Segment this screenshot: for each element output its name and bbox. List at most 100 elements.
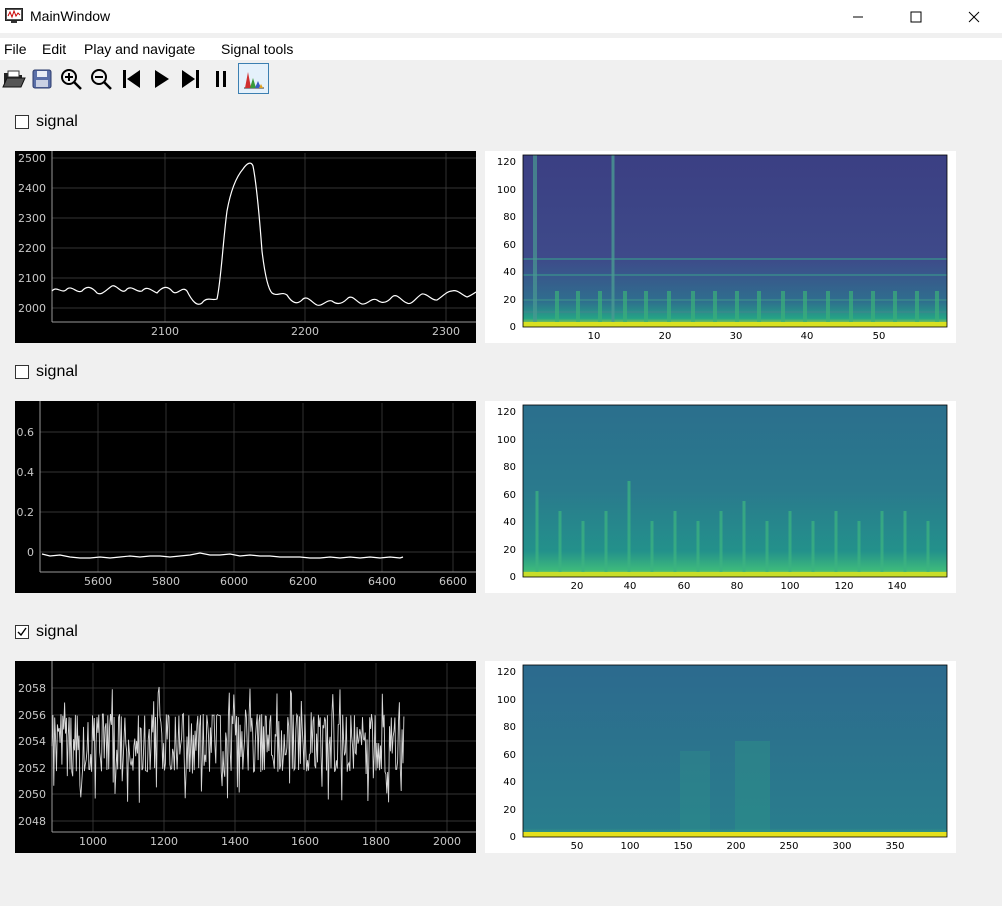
zoom-out-icon — [91, 68, 112, 90]
plot-3-x-tick: 1200 — [150, 835, 178, 848]
signal-checkbox-2[interactable] — [15, 365, 29, 379]
plot-1-y-tick: 2400 — [18, 182, 46, 195]
play-button[interactable] — [147, 63, 175, 94]
plot-2-x-tick: 5800 — [152, 575, 180, 588]
plot-2-y-tick: 0.2 — [17, 506, 35, 519]
signal-plot-1[interactable]: 2500 2400 2300 2200 2100 2000 2100 2200 … — [15, 151, 477, 343]
plot-1-x-tick: 2300 — [432, 325, 460, 338]
menu-file[interactable]: File — [4, 41, 27, 57]
spec-2-x-tick: 120 — [834, 581, 853, 592]
spec-3-x-tick: 300 — [832, 841, 851, 852]
open-button[interactable] — [0, 63, 28, 94]
spectrogram-button[interactable] — [238, 63, 269, 94]
spec-2-x-tick: 140 — [887, 581, 906, 592]
spec-1-x-tick: 30 — [730, 331, 743, 342]
plot-3-y-tick: 2054 — [18, 735, 46, 748]
plot-3-x-tick: 1400 — [221, 835, 249, 848]
spec-2-x-tick: 80 — [731, 581, 744, 592]
plot-2-y-tick: 0.6 — [17, 426, 35, 439]
close-icon — [968, 11, 980, 22]
maximize-button[interactable] — [893, 0, 939, 33]
spectrogram-1: 120 100 80 60 40 20 0 10 20 30 40 50 — [485, 151, 956, 343]
plot-1-y-tick: 2500 — [18, 152, 46, 165]
plot-2-x-tick: 6400 — [368, 575, 396, 588]
signal-plot-2-svg: 0.6 0.4 0.2 0 5600 5800 6000 6200 6400 6… — [17, 401, 476, 588]
plot-3-y-tick: 2056 — [18, 709, 46, 722]
signal-checkbox-3[interactable] — [15, 625, 29, 639]
menu-bar: File Edit Play and navigate Signal tools — [0, 38, 1002, 60]
plot-3-y-tick: 2050 — [18, 788, 46, 801]
save-icon — [32, 69, 52, 88]
plot-2-x-tick: 6200 — [289, 575, 317, 588]
plot-2-x-tick: 6600 — [439, 575, 467, 588]
minimize-button[interactable] — [835, 0, 881, 33]
spec-2-y-tick: 80 — [503, 462, 516, 473]
zoom-in-button[interactable] — [57, 63, 85, 94]
spec-3-y-tick: 60 — [503, 750, 516, 761]
pause-button[interactable] — [207, 63, 235, 94]
spec-2-x-tick: 40 — [624, 581, 637, 592]
spec-3-x-tick: 200 — [726, 841, 745, 852]
spec-2-x-tick: 100 — [780, 581, 799, 592]
spec-2-y-tick: 100 — [497, 435, 516, 446]
spec-1-y-tick: 100 — [497, 185, 516, 196]
signal-checkbox-1[interactable] — [15, 115, 29, 129]
spec-1-y-tick: 120 — [497, 157, 516, 168]
spec-1-y-tick: 40 — [503, 267, 516, 278]
spec-3-y-tick: 120 — [497, 667, 516, 678]
spec-2-y-tick: 40 — [503, 517, 516, 528]
spec-3-y-tick: 80 — [503, 722, 516, 733]
plot-3-x-tick: 1000 — [79, 835, 107, 848]
signal-label-3: signal — [36, 623, 78, 640]
menu-edit[interactable]: Edit — [42, 41, 66, 57]
signal-label-2: signal — [36, 363, 78, 380]
plot-2-x-tick: 6000 — [220, 575, 248, 588]
zoom-out-button[interactable] — [87, 63, 115, 94]
spectrogram-2: 120 100 80 60 40 20 0 20 40 60 80 100 12… — [485, 401, 956, 593]
signal-plot-3-svg: 2058 2056 2054 2052 2050 2048 1000 1200 … — [18, 661, 476, 848]
spec-3-y-tick: 40 — [503, 777, 516, 788]
skip-forward-button[interactable] — [177, 63, 205, 94]
checkmark-icon — [17, 627, 27, 637]
open-icon — [2, 70, 26, 87]
menu-play-and-navigate[interactable]: Play and navigate — [84, 41, 195, 57]
skip-back-icon — [123, 69, 140, 88]
spec-3-y-tick: 100 — [497, 695, 516, 706]
plot-3-x-tick: 1800 — [362, 835, 390, 848]
spec-2-y-tick: 120 — [497, 407, 516, 418]
plot-1-x-tick: 2200 — [291, 325, 319, 338]
signal-plot-3[interactable]: 2058 2056 2054 2052 2050 2048 1000 1200 … — [15, 661, 476, 853]
spectrogram-2-svg: 120 100 80 60 40 20 0 20 40 60 80 100 12… — [497, 404, 948, 592]
noise-signal — [51, 686, 405, 803]
skip-forward-icon — [182, 69, 199, 88]
spec-2-y-tick: 0 — [510, 572, 516, 583]
signal-checkbox-row-3[interactable]: signal — [15, 622, 78, 642]
spec-2-y-tick: 20 — [503, 545, 516, 556]
window-title: MainWindow — [30, 8, 111, 24]
plot-3-x-tick: 1600 — [291, 835, 319, 848]
signal-plot-2[interactable]: 0.6 0.4 0.2 0 5600 5800 6000 6200 6400 6… — [15, 401, 476, 593]
toolbar — [0, 62, 1002, 96]
zoom-in-icon — [61, 68, 82, 90]
signal-checkbox-row-1[interactable]: signal — [15, 112, 78, 132]
plot-3-y-tick: 2048 — [18, 815, 46, 828]
save-button[interactable] — [28, 63, 56, 94]
app-icon — [5, 8, 23, 23]
spec-3-x-tick: 50 — [571, 841, 584, 852]
skip-back-button[interactable] — [117, 63, 145, 94]
signal-checkbox-row-2[interactable]: signal — [15, 362, 78, 382]
plot-1-y-tick: 2200 — [18, 242, 46, 255]
plot-3-y-tick: 2052 — [18, 762, 46, 775]
spec-1-x-tick: 40 — [801, 331, 814, 342]
plot-1-y-tick: 2300 — [18, 212, 46, 225]
plot-1-y-tick: 2100 — [18, 272, 46, 285]
plot-2-y-tick: 0 — [27, 546, 34, 559]
spec-3-x-tick: 100 — [620, 841, 639, 852]
plot-1-y-tick: 2000 — [18, 302, 46, 315]
menu-signal-tools[interactable]: Signal tools — [221, 41, 293, 57]
spec-1-y-tick: 60 — [503, 240, 516, 251]
maximize-icon — [910, 11, 922, 22]
plot-3-y-tick: 2058 — [18, 682, 46, 695]
spec-1-y-tick: 80 — [503, 212, 516, 223]
close-button[interactable] — [951, 0, 997, 33]
